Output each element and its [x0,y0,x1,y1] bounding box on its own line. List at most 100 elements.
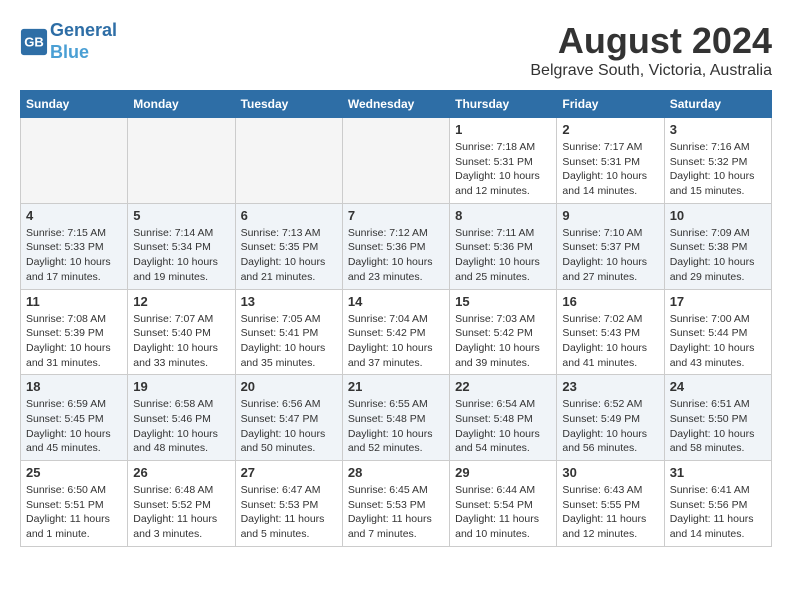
cell-info: Sunrise: 7:11 AMSunset: 5:36 PMDaylight:… [455,226,551,285]
day-number: 23 [562,379,658,394]
calendar-cell: 8 Sunrise: 7:11 AMSunset: 5:36 PMDaylight… [450,203,557,289]
calendar-cell: 29Sunrise: 6:44 AMSunset: 5:54 PMDayligh… [450,461,557,547]
day-number: 2 [562,122,658,137]
cell-info: Sunrise: 6:59 AMSunset: 5:45 PMDaylight:… [26,397,122,456]
cell-info: Sunrise: 7:14 AMSunset: 5:34 PMDaylight:… [133,226,229,285]
calendar-cell: 31 Sunrise: 6:41 AMSunset: 5:56 PMDayligh… [664,461,771,547]
week-row-2: 4 Sunrise: 7:15 AMSunset: 5:33 PMDaylight… [21,203,772,289]
cell-info: Sunrise: 6:43 AMSunset: 5:55 PMDaylight:… [562,483,658,542]
calendar-cell: 22 Sunrise: 6:54 AMSunset: 5:48 PMDayligh… [450,375,557,461]
cell-info: Sunrise: 7:09 AMSunset: 5:38 PMDaylight:… [670,226,766,285]
cell-info: Sunrise: 7:17 AMSunset: 5:31 PMDaylight:… [562,140,658,199]
day-header-monday: Monday [128,91,235,118]
calendar-cell: 2 Sunrise: 7:17 AMSunset: 5:31 PMDaylight… [557,118,664,204]
day-header-tuesday: Tuesday [235,91,342,118]
calendar-cell: 23 Sunrise: 6:52 AMSunset: 5:49 PMDayligh… [557,375,664,461]
day-number: 11 [26,294,122,309]
cell-info: Sunrise: 7:16 AMSunset: 5:32 PMDaylight:… [670,140,766,199]
day-header-wednesday: Wednesday [342,91,449,118]
cell-info: Sunrise: 6:52 AMSunset: 5:49 PMDaylight:… [562,397,658,456]
calendar-cell: 11 Sunrise: 7:08 AMSunset: 5:39 PMDayligh… [21,289,128,375]
day-number: 22 [455,379,551,394]
day-number: 4 [26,208,122,223]
cell-info: Sunrise: 6:54 AMSunset: 5:48 PMDaylight:… [455,397,551,456]
svg-text:GB: GB [24,34,44,49]
cell-info: Sunrise: 6:48 AMSunset: 5:52 PMDaylight:… [133,483,229,542]
month-title: August 2024 [530,20,772,62]
calendar-cell [342,118,449,204]
page-header: GB General Blue August 2024 Belgrave Sou… [20,20,772,80]
location: Belgrave South, Victoria, Australia [530,62,772,80]
cell-info: Sunrise: 7:18 AMSunset: 5:31 PMDaylight:… [455,140,551,199]
cell-info: Sunrise: 7:04 AMSunset: 5:42 PMDaylight:… [348,312,444,371]
calendar-cell: 30Sunrise: 6:43 AMSunset: 5:55 PMDayligh… [557,461,664,547]
cell-info: Sunrise: 6:51 AMSunset: 5:50 PMDaylight:… [670,397,766,456]
cell-info: Sunrise: 6:58 AMSunset: 5:46 PMDaylight:… [133,397,229,456]
cell-info: Sunrise: 7:03 AMSunset: 5:42 PMDaylight:… [455,312,551,371]
calendar-cell [128,118,235,204]
day-number: 14 [348,294,444,309]
cell-info: Sunrise: 6:55 AMSunset: 5:48 PMDaylight:… [348,397,444,456]
logo-text: General Blue [50,20,117,63]
day-number: 6 [241,208,337,223]
day-number: 18 [26,379,122,394]
calendar-cell: 27 Sunrise: 6:47 AMSunset: 5:53 PMDayligh… [235,461,342,547]
calendar-cell: 10Sunrise: 7:09 AMSunset: 5:38 PMDayligh… [664,203,771,289]
day-number: 15 [455,294,551,309]
day-number: 21 [348,379,444,394]
cell-info: Sunrise: 7:05 AMSunset: 5:41 PMDaylight:… [241,312,337,371]
cell-info: Sunrise: 6:47 AMSunset: 5:53 PMDaylight:… [241,483,337,542]
day-number: 20 [241,379,337,394]
cell-info: Sunrise: 6:56 AMSunset: 5:47 PMDaylight:… [241,397,337,456]
day-number: 17 [670,294,766,309]
cell-info: Sunrise: 6:50 AMSunset: 5:51 PMDaylight:… [26,483,122,542]
cell-info: Sunrise: 7:00 AMSunset: 5:44 PMDaylight:… [670,312,766,371]
cell-info: Sunrise: 7:10 AMSunset: 5:37 PMDaylight:… [562,226,658,285]
day-number: 7 [348,208,444,223]
calendar-cell: 1 Sunrise: 7:18 AMSunset: 5:31 PMDaylight… [450,118,557,204]
week-row-3: 11 Sunrise: 7:08 AMSunset: 5:39 PMDayligh… [21,289,772,375]
cell-info: Sunrise: 6:41 AMSunset: 5:56 PMDaylight:… [670,483,766,542]
day-number: 1 [455,122,551,137]
day-header-sunday: Sunday [21,91,128,118]
calendar-cell: 19Sunrise: 6:58 AMSunset: 5:46 PMDayligh… [128,375,235,461]
calendar-cell: 25 Sunrise: 6:50 AMSunset: 5:51 PMDayligh… [21,461,128,547]
day-number: 28 [348,465,444,480]
cell-info: Sunrise: 7:02 AMSunset: 5:43 PMDaylight:… [562,312,658,371]
logo-icon: GB [20,28,48,56]
cell-info: Sunrise: 7:15 AMSunset: 5:33 PMDaylight:… [26,226,122,285]
cell-info: Sunrise: 7:07 AMSunset: 5:40 PMDaylight:… [133,312,229,371]
calendar-table: SundayMondayTuesdayWednesdayThursdayFrid… [20,90,772,547]
day-number: 16 [562,294,658,309]
calendar-cell: 18 Sunrise: 6:59 AMSunset: 5:45 PMDayligh… [21,375,128,461]
calendar-cell: 20 Sunrise: 6:56 AMSunset: 5:47 PMDayligh… [235,375,342,461]
cell-info: Sunrise: 6:45 AMSunset: 5:53 PMDaylight:… [348,483,444,542]
day-number: 25 [26,465,122,480]
calendar-cell [235,118,342,204]
calendar-cell: 12Sunrise: 7:07 AMSunset: 5:40 PMDayligh… [128,289,235,375]
title-block: August 2024 Belgrave South, Victoria, Au… [530,20,772,80]
day-number: 27 [241,465,337,480]
calendar-cell: 5 Sunrise: 7:14 AMSunset: 5:34 PMDaylight… [128,203,235,289]
day-number: 31 [670,465,766,480]
day-number: 29 [455,465,551,480]
calendar-cell: 17 Sunrise: 7:00 AMSunset: 5:44 PMDayligh… [664,289,771,375]
calendar-cell: 16 Sunrise: 7:02 AMSunset: 5:43 PMDayligh… [557,289,664,375]
calendar-cell: 4 Sunrise: 7:15 AMSunset: 5:33 PMDaylight… [21,203,128,289]
week-row-1: 1 Sunrise: 7:18 AMSunset: 5:31 PMDaylight… [21,118,772,204]
cell-info: Sunrise: 7:13 AMSunset: 5:35 PMDaylight:… [241,226,337,285]
cell-info: Sunrise: 7:12 AMSunset: 5:36 PMDaylight:… [348,226,444,285]
calendar-cell: 9Sunrise: 7:10 AMSunset: 5:37 PMDaylight… [557,203,664,289]
day-header-friday: Friday [557,91,664,118]
calendar-cell: 14 Sunrise: 7:04 AMSunset: 5:42 PMDayligh… [342,289,449,375]
cell-info: Sunrise: 7:08 AMSunset: 5:39 PMDaylight:… [26,312,122,371]
day-number: 8 [455,208,551,223]
week-row-4: 18 Sunrise: 6:59 AMSunset: 5:45 PMDayligh… [21,375,772,461]
calendar-cell: 6 Sunrise: 7:13 AMSunset: 5:35 PMDaylight… [235,203,342,289]
day-number: 5 [133,208,229,223]
calendar-cell: 13 Sunrise: 7:05 AMSunset: 5:41 PMDayligh… [235,289,342,375]
day-number: 26 [133,465,229,480]
day-number: 13 [241,294,337,309]
day-number: 3 [670,122,766,137]
week-row-5: 25 Sunrise: 6:50 AMSunset: 5:51 PMDayligh… [21,461,772,547]
